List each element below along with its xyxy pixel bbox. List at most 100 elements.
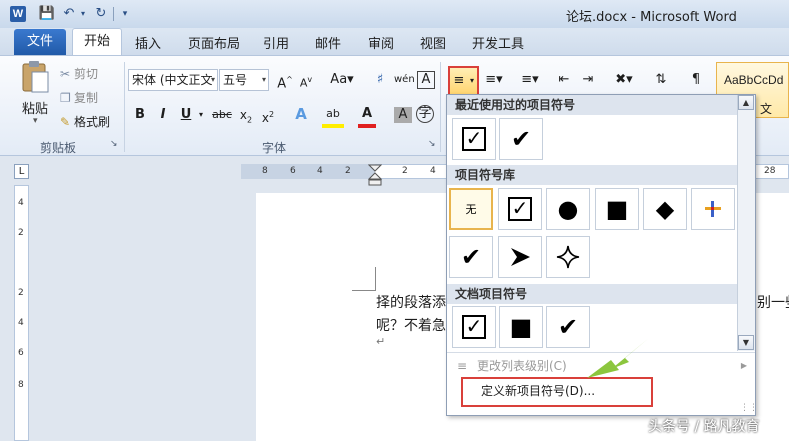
scissors-icon: ✂ [60, 67, 71, 81]
ruler-mark: 2 [345, 166, 351, 176]
tab-page-layout[interactable]: 页面布局 [188, 33, 240, 52]
chevron-down-icon: ▾ [469, 76, 474, 85]
bullet-option-checkbox[interactable]: ✓ [452, 118, 496, 160]
bullet-list-icon: ≡ [453, 73, 465, 88]
bullet-option-circle[interactable]: ● [546, 188, 590, 230]
redo-icon[interactable]: ↻ [92, 5, 110, 23]
ruler-mark: 8 [18, 380, 24, 390]
indent-marker-icon[interactable] [368, 164, 382, 186]
underline-icon[interactable]: U [178, 105, 194, 125]
bullet-option-cross[interactable] [691, 188, 735, 230]
copy-button[interactable]: ❐ 复制 [60, 89, 98, 106]
show-marks-icon[interactable]: ¶ [688, 70, 704, 90]
paragraph-mark: ↵ [376, 335, 386, 348]
change-case-icon[interactable]: Aa▾ [330, 70, 354, 90]
bullet-option-checkbox[interactable]: ✓ [498, 188, 542, 230]
margin-corner-mark [352, 267, 376, 291]
bullet-option-check[interactable]: ✔ [449, 236, 493, 278]
underline-dropdown-icon[interactable]: ▾ [196, 105, 206, 125]
font-color-icon[interactable]: A [358, 104, 376, 128]
tab-view[interactable]: 视图 [420, 33, 446, 52]
gallery-scrollbar[interactable] [737, 95, 755, 351]
checkbox-icon: ✓ [462, 315, 486, 339]
save-icon[interactable]: 💾 [38, 5, 56, 23]
undo-dropdown-icon[interactable]: ▾ [74, 5, 92, 23]
shrink-font-icon[interactable]: Av [297, 70, 315, 94]
document-text-line[interactable]: 呢？不着急 [376, 315, 446, 335]
group-separator [124, 62, 125, 152]
bullet-option-checkbox[interactable]: ✓ [452, 306, 496, 348]
grow-font-icon[interactable]: A^ [276, 70, 294, 94]
bullet-option-check[interactable]: ✔ [546, 306, 590, 348]
strikethrough-icon[interactable]: abc [210, 105, 234, 125]
font-launcher-icon[interactable]: ↘ [428, 139, 436, 149]
character-shading-icon[interactable]: A [394, 107, 412, 123]
brush-icon: ✎ [60, 115, 71, 129]
ruler-mark: 2 [18, 288, 24, 298]
filled-circle-icon: ● [557, 195, 579, 223]
bullet-option-diamond[interactable]: ◆ [643, 188, 687, 230]
filled-square-icon: ■ [605, 195, 629, 223]
sort-icon[interactable]: ⇅ [652, 70, 670, 90]
checkbox-icon: ✓ [508, 197, 532, 221]
numbering-icon[interactable]: ≡▾ [484, 70, 504, 90]
tab-developer[interactable]: 开发工具 [472, 33, 524, 52]
bullet-option-arrowhead[interactable] [498, 236, 542, 278]
ruler-mark: 8 [262, 166, 268, 176]
tab-review[interactable]: 审阅 [368, 33, 394, 52]
list-level-icon: ≡ [456, 359, 468, 373]
tab-mailings[interactable]: 邮件 [315, 33, 341, 52]
bullet-option-star[interactable] [546, 236, 590, 278]
highlight-icon[interactable]: ab [322, 104, 344, 128]
decrease-indent-icon[interactable]: ⇤ [556, 70, 572, 90]
style-preview-sub: 文 [760, 102, 773, 116]
ruler-mark: 4 [18, 198, 24, 208]
tab-references[interactable]: 引用 [263, 33, 289, 52]
italic-icon[interactable]: I [155, 105, 171, 125]
character-border-icon[interactable]: A [417, 71, 435, 89]
phonetic-guide-icon[interactable]: wén [394, 70, 415, 90]
clear-format-icon[interactable]: ♯ [370, 70, 390, 90]
tab-insert[interactable]: 插入 [135, 33, 161, 52]
scroll-up-icon[interactable]: ▲ [738, 95, 754, 110]
vertical-ruler[interactable] [14, 185, 29, 441]
resize-grip-icon[interactable]: ⋮⋮ [740, 403, 758, 413]
clipboard-launcher-icon[interactable]: ↘ [110, 139, 118, 149]
watermark: 头条号 / 路凡教育 [648, 419, 760, 435]
bullet-option-check[interactable]: ✔ [499, 118, 543, 160]
font-size-select[interactable]: 五号 ▾ [219, 69, 269, 91]
superscript-icon[interactable]: x2 [259, 105, 277, 128]
document-bullets-header: 文档项目符号 [447, 284, 737, 304]
font-group-label: 字体 [262, 141, 287, 155]
ruler-mark: 4 [317, 166, 323, 176]
format-painter-button[interactable]: ✎ 格式刷 [60, 113, 110, 130]
ruler-mark: 4 [430, 166, 436, 176]
tab-file[interactable]: 文件 [14, 29, 66, 55]
bullet-option-square[interactable]: ■ [499, 306, 543, 348]
paste-button[interactable]: 粘贴 [22, 98, 48, 117]
multilevel-list-icon[interactable]: ≡▾ [518, 70, 542, 90]
checkbox-icon: ✓ [462, 127, 486, 151]
paste-icon[interactable] [20, 60, 50, 94]
tab-selector[interactable]: L [14, 164, 29, 179]
bold-icon[interactable]: B [132, 105, 148, 125]
scroll-down-icon[interactable]: ▼ [738, 335, 754, 350]
style-preview-text: AaBbCcDd [724, 73, 784, 87]
paste-dropdown-icon[interactable]: ▾ [33, 116, 38, 126]
subscript-icon[interactable]: x2 [237, 105, 255, 130]
document-text-line[interactable]: 择的段落添 [376, 292, 446, 312]
chinese-layout-icon[interactable]: ✖▾ [612, 70, 636, 90]
bullet-option-none[interactable]: 无 [449, 188, 493, 230]
text-effects-icon[interactable]: A [292, 104, 310, 124]
check-icon: ✔ [557, 313, 579, 341]
ruler-mark: 6 [290, 166, 296, 176]
customize-qat-icon[interactable]: ▾ [116, 5, 134, 23]
enclose-characters-icon[interactable]: 字 [416, 105, 434, 123]
document-text-line[interactable]: 别一些 [757, 292, 789, 312]
word-app-icon[interactable]: W [10, 6, 26, 22]
tab-home[interactable]: 开始 [72, 28, 122, 56]
cut-button[interactable]: ✂ 剪切 [60, 65, 98, 82]
bullet-option-square[interactable]: ■ [595, 188, 639, 230]
increase-indent-icon[interactable]: ⇥ [580, 70, 596, 90]
font-name-select[interactable]: 宋体 (中文正文 ▾ [128, 69, 218, 91]
